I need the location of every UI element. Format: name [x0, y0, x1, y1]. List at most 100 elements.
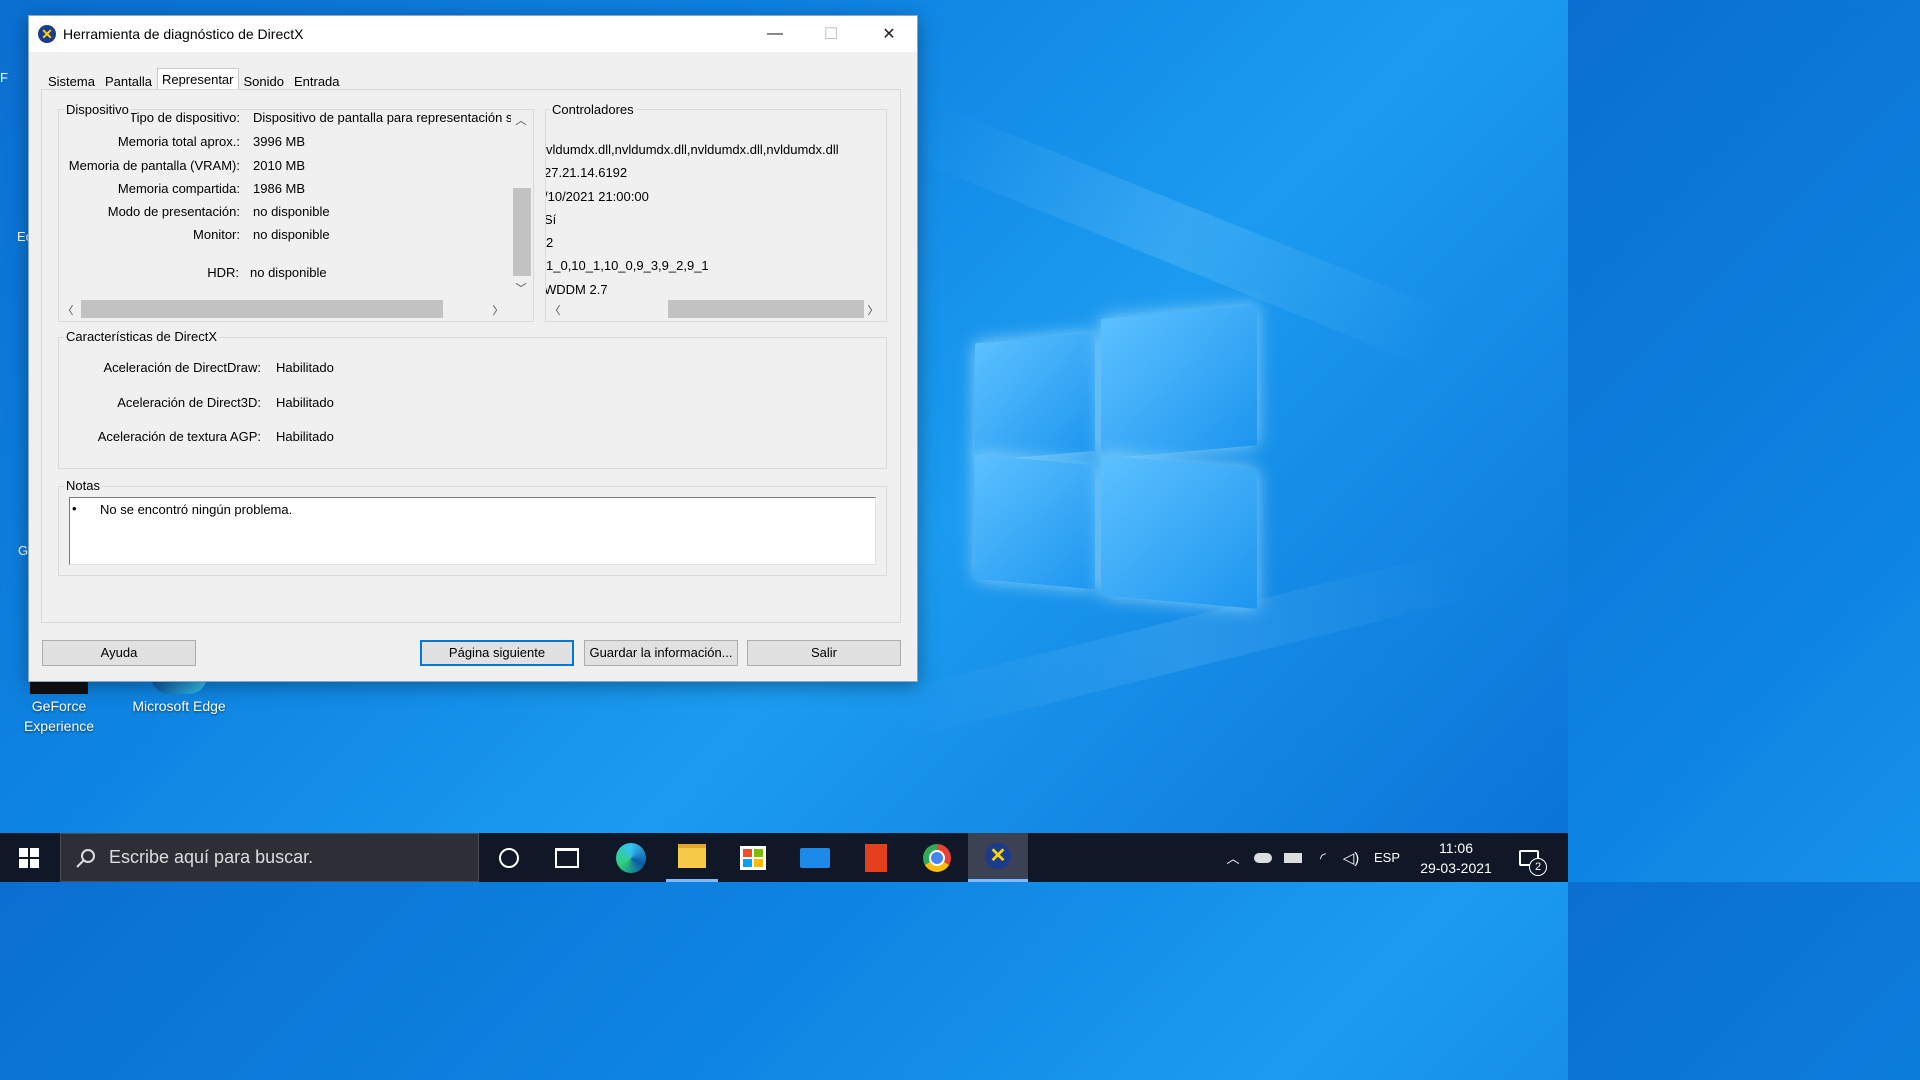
tab-sistema[interactable]: Sistema [43, 70, 100, 90]
next-page-button[interactable]: Página siguiente [420, 640, 574, 666]
windows-logo-wallpaper [975, 305, 1259, 609]
chrome-icon [923, 843, 951, 872]
tab-entrada[interactable]: Entrada [289, 70, 345, 90]
desktop-icon-geforce-experience[interactable]: GeForce Experience [9, 676, 109, 736]
device-value: 1986 MB [253, 181, 306, 196]
device-horizontal-scrollbar[interactable]: 〈 〉 [59, 299, 511, 319]
chevron-up-icon: ︿ [1226, 851, 1240, 866]
notes-group-label: Notas [64, 478, 102, 493]
close-icon: ✕ [882, 26, 896, 43]
device-label: Monitor: [193, 227, 240, 242]
scroll-up-icon[interactable]: ︿ [511, 112, 531, 128]
taskbar-app-file-explorer[interactable] [666, 833, 718, 882]
notification-count-badge: 2 [1529, 858, 1547, 876]
desktop-icon-label: Microsoft Edge [132, 698, 226, 714]
clock-date: 29-03-2021 [1420, 859, 1492, 876]
device-label: Modo de presentación: [107, 204, 240, 219]
tab-strip: Sistema Pantalla Representar Sonido Entr… [43, 68, 345, 90]
drivers-group: vldumdx.dll,nvldumdx.dll,nvldumdx.dll,nv… [545, 102, 887, 322]
scroll-right-icon[interactable]: 〉 [866, 302, 880, 318]
onedrive-tray[interactable] [1252, 833, 1274, 882]
clock[interactable]: 11:06 29-03-2021 [1410, 833, 1502, 882]
desktop-icon-fragment: G [18, 543, 29, 558]
scroll-thumb[interactable] [668, 300, 864, 318]
dxdiag-icon: ✕ [38, 25, 56, 43]
edge-icon [616, 842, 646, 873]
start-button[interactable] [0, 833, 58, 882]
scroll-down-icon[interactable]: ﹀ [511, 280, 531, 296]
feature-value: Habilitado [276, 429, 334, 444]
scroll-left-icon[interactable]: 〈 [548, 302, 562, 318]
maximize-button[interactable]: ☐ [803, 16, 859, 52]
close-button[interactable]: ✕ [861, 16, 917, 52]
maximize-icon: ☐ [823, 26, 839, 43]
tab-pantalla[interactable]: Pantalla [100, 70, 157, 90]
drivers-group-label: Controladores [550, 102, 636, 117]
battery-icon [1284, 852, 1302, 863]
features-group-label: Características de DirectX [64, 329, 219, 344]
taskbar: Escribe aquí para buscar. ✕ ︿ ◜ ◁) ESP 1… [0, 833, 1568, 882]
device-label: Memoria total aprox.: [117, 134, 240, 149]
office-icon [865, 843, 887, 872]
taskbar-app-store[interactable] [727, 833, 779, 882]
save-info-button[interactable]: Guardar la información... [584, 640, 738, 666]
mail-icon [800, 847, 830, 868]
driver-value: vldumdx.dll,nvldumdx.dll,nvldumdx.dll,nv… [546, 142, 839, 157]
taskbar-app-dxdiag[interactable]: ✕ [968, 833, 1028, 882]
tab-sonido[interactable]: Sonido [239, 70, 289, 90]
scroll-left-icon[interactable]: 〈 [61, 302, 75, 318]
minimize-button[interactable]: — [747, 16, 803, 52]
desktop-icon-fragment: F [0, 70, 8, 85]
taskbar-app-chrome[interactable] [911, 833, 963, 882]
desktop-icon-microsoft-edge[interactable]: Microsoft Edge [129, 676, 229, 716]
device-value: no disponible [253, 204, 330, 219]
scroll-right-icon[interactable]: 〉 [491, 302, 505, 318]
device-label: Memoria de pantalla (VRAM): [68, 158, 240, 173]
device-info-list: Tipo de dispositivo: Dispositivo de pant… [59, 110, 511, 298]
device-value: 3996 MB [253, 134, 306, 149]
taskbar-app-office[interactable] [850, 833, 902, 882]
driver-value: Sí [546, 212, 557, 227]
tab-representar[interactable]: Representar [156, 68, 239, 90]
action-center-button[interactable]: 2 [1512, 833, 1547, 882]
device-label: Memoria compartida: [117, 181, 240, 196]
feature-value: Habilitado [276, 360, 334, 375]
title-bar[interactable]: ✕ Herramienta de diagnóstico de DirectX … [29, 16, 917, 52]
notes-item: No se encontró ningún problema. [100, 502, 293, 517]
directx-features-group: Características de DirectX Aceleración d… [58, 329, 887, 469]
language-label: ESP [1373, 850, 1400, 865]
desktop-icon-label: GeForce Experience [23, 698, 95, 734]
volume-tray[interactable]: ◁) [1340, 833, 1362, 882]
taskbar-app-mail[interactable] [789, 833, 841, 882]
cortana-icon [499, 847, 519, 868]
device-vertical-scrollbar[interactable]: ︿ ﹀ [511, 110, 531, 298]
show-hidden-icons-button[interactable]: ︿ [1222, 833, 1244, 882]
taskbar-app-task-view[interactable] [542, 833, 592, 882]
onedrive-icon [1254, 852, 1272, 863]
taskbar-search-box[interactable]: Escribe aquí para buscar. [60, 833, 479, 882]
input-language-indicator[interactable]: ESP [1372, 833, 1402, 882]
driver-value: 27.21.14.6192 [546, 165, 628, 180]
bullet-icon: • [72, 501, 77, 516]
dxdiag-icon: ✕ [985, 843, 1011, 869]
drivers-horizontal-scrollbar[interactable]: 〈 〉 [546, 299, 884, 319]
feature-label: Aceleración de textura AGP: [97, 429, 261, 444]
network-tray[interactable]: ◜ [1312, 833, 1334, 882]
driver-value: 1_0,10_1,10_0,9_3,9_2,9_1 [546, 258, 709, 273]
exit-button[interactable]: Salir [747, 640, 901, 666]
scroll-thumb[interactable] [513, 188, 531, 276]
task-view-icon [555, 847, 579, 868]
help-button[interactable]: Ayuda [42, 640, 196, 666]
device-value: Dispositivo de pantalla para representac… [253, 110, 511, 125]
scroll-thumb[interactable] [81, 300, 443, 318]
battery-tray[interactable] [1282, 833, 1304, 882]
driver-value: /10/2021 21:00:00 [546, 189, 649, 204]
taskbar-app-cortana[interactable] [484, 833, 534, 882]
device-value: no disponible [250, 265, 327, 280]
feature-value: Habilitado [276, 395, 334, 410]
taskbar-app-edge[interactable] [605, 833, 657, 882]
notes-textbox[interactable]: • No se encontró ningún problema. [69, 497, 876, 565]
wifi-icon: ◜ [1320, 849, 1326, 867]
device-group-label: Dispositivo [64, 102, 131, 117]
device-value: no disponible [253, 227, 330, 242]
